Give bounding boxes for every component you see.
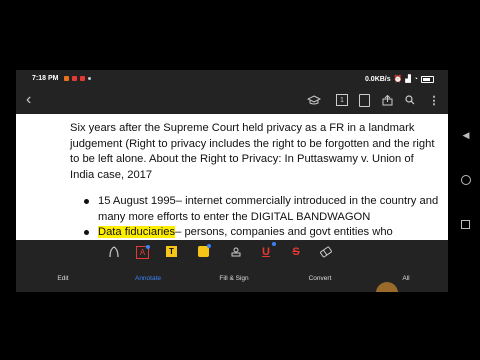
bullet-text: – persons, companies and govt entities w…	[175, 226, 393, 239]
youtube-notification-icon	[80, 76, 85, 81]
back-nav-icon[interactable]: ◀	[461, 130, 471, 140]
list-item: Data fiduciaries– persons, companies and…	[84, 225, 444, 240]
active-dot	[146, 245, 150, 249]
active-dot	[207, 244, 211, 248]
more-options-icon[interactable]: ⋮	[429, 94, 440, 107]
document-page: Six years after the Supreme Court held p…	[16, 114, 448, 240]
highlighter-tool-icon[interactable]	[198, 244, 211, 257]
system-navigation-bar: ◀	[456, 120, 476, 250]
battery-icon	[421, 75, 434, 83]
text-tool-icon[interactable]: T	[166, 246, 177, 257]
notification-icon	[64, 76, 69, 81]
bullet-text: 15 August 1995– internet commercially in…	[98, 195, 439, 223]
document-paragraph: Six years after the Supreme Court held p…	[70, 122, 435, 181]
search-icon[interactable]	[405, 94, 415, 106]
status-bar: 7:18 PM 0.0KB/s ⏰ ▟ ◔	[16, 72, 448, 86]
more-notifications-icon	[88, 77, 91, 80]
home-nav-icon[interactable]	[461, 175, 471, 185]
eraser-tool-icon[interactable]	[315, 241, 337, 263]
document-view-icon[interactable]	[359, 94, 370, 107]
back-arrow-icon[interactable]: ‹	[26, 91, 31, 109]
tab-edit[interactable]: Edit	[57, 275, 68, 282]
graduation-cap-icon[interactable]	[307, 94, 321, 106]
stamp-tool-icon[interactable]	[228, 244, 244, 260]
text-box-tool-icon[interactable]: A	[136, 245, 150, 259]
page-number-icon[interactable]: 1	[336, 94, 348, 106]
wifi-icon: ◔	[413, 75, 418, 83]
pen-tool-icon[interactable]	[106, 244, 122, 260]
status-time: 7:18 PM	[32, 75, 59, 82]
list-item: 15 August 1995– internet commercially in…	[84, 194, 444, 225]
bullet-list: 15 August 1995– internet commercially in…	[84, 194, 444, 240]
tab-all[interactable]: All	[402, 275, 409, 282]
status-indicators: 0.0KB/s ⏰ ▟ ◔	[365, 75, 434, 83]
tab-annotate[interactable]: Annotate	[135, 275, 161, 282]
highlighted-text[interactable]: Data fiduciaries	[98, 226, 176, 239]
alarm-icon: ⏰	[393, 76, 403, 83]
annotation-toolbar: A T U S	[16, 240, 448, 266]
active-dot	[272, 242, 276, 246]
strikethrough-tool-icon[interactable]: S	[288, 244, 304, 260]
tab-convert[interactable]: Convert	[309, 275, 332, 282]
signal-icon: ▟	[405, 76, 411, 83]
underline-tool-icon[interactable]: U	[258, 242, 276, 260]
phone-screen: 7:18 PM 0.0KB/s ⏰ ▟ ◔ ‹ 1 ⋮ Six years af…	[16, 70, 448, 292]
youtube-notification-icon	[72, 76, 77, 81]
share-icon[interactable]	[382, 94, 393, 106]
recents-nav-icon[interactable]	[461, 220, 470, 229]
tab-fill-sign[interactable]: Fill & Sign	[219, 275, 248, 282]
app-toolbar: ‹ 1 ⋮	[16, 88, 448, 114]
network-speed: 0.0KB/s	[364, 75, 391, 83]
